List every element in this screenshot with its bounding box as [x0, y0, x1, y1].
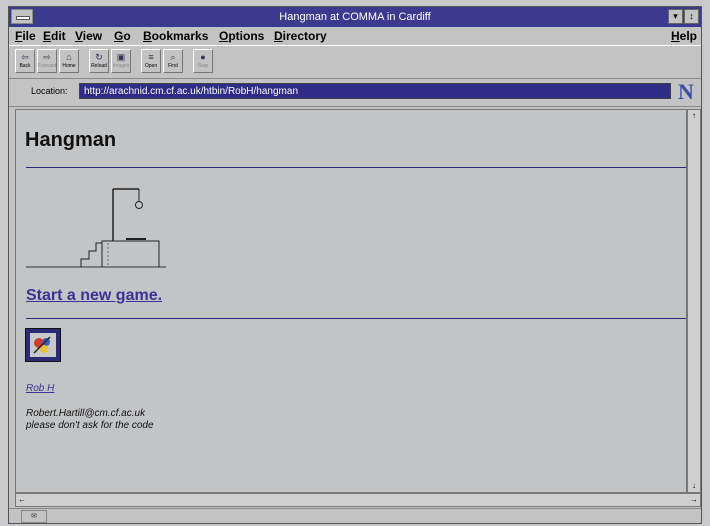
- author-address: Robert.Hartill@cm.cf.ac.uk please don't …: [26, 408, 154, 432]
- images-button[interactable]: ▣ Images: [111, 49, 131, 73]
- scroll-right-icon[interactable]: →: [688, 494, 700, 506]
- toolbar: ⇦ Back ⇨ Forward ⌂ Home ↻ Reload ▣ Image…: [9, 45, 701, 79]
- menu-bookmarks[interactable]: Bookmarks: [143, 29, 208, 43]
- minimize-button[interactable]: ▾: [668, 9, 683, 24]
- horizontal-scrollbar[interactable]: ← →: [15, 493, 701, 507]
- menu-file[interactable]: File: [15, 29, 36, 43]
- images-icon: ▣: [116, 52, 126, 62]
- browser-window: Hangman at COMMA in Cardiff ▾ ↕ File Edi…: [8, 6, 702, 524]
- menu-edit[interactable]: Edit: [43, 29, 66, 43]
- back-icon: ⇦: [21, 52, 29, 62]
- vertical-scrollbar[interactable]: ↑ ↓: [687, 109, 701, 493]
- author-email: Robert.Hartill@cm.cf.ac.uk: [26, 408, 146, 419]
- forward-icon: ⇨: [43, 52, 51, 62]
- page-content: Hangman Start a new game. Rob H Robert.H…: [15, 109, 687, 493]
- find-button[interactable]: ⌕ Find: [163, 49, 183, 73]
- menu-go[interactable]: Go: [114, 29, 131, 43]
- location-bar: Location: http://arachnid.cm.cf.ac.uk/ht…: [9, 78, 701, 107]
- menu-help[interactable]: Help: [671, 29, 697, 43]
- author-note: please don't ask for the code: [26, 420, 154, 431]
- page-title: Hangman: [25, 129, 117, 151]
- scroll-down-icon[interactable]: ↓: [688, 480, 700, 492]
- menu-bar: File Edit View Go Bookmarks Options Dire…: [9, 27, 701, 45]
- menu-options[interactable]: Options: [219, 29, 264, 43]
- scroll-up-icon[interactable]: ↑: [688, 110, 700, 122]
- divider: [26, 167, 686, 168]
- menu-view[interactable]: View: [75, 29, 102, 43]
- security-key-icon: ✉: [21, 510, 47, 523]
- start-new-game-link[interactable]: Start a new game.: [26, 287, 162, 305]
- window-title: Hangman at COMMA in Cardiff: [279, 11, 431, 23]
- home-button[interactable]: ⌂ Home: [59, 49, 79, 73]
- home-icon: ⌂: [66, 52, 72, 62]
- stop-icon: ●: [200, 52, 206, 62]
- forward-button[interactable]: ⇨ Forward: [37, 49, 57, 73]
- divider: [26, 318, 686, 319]
- menu-directory[interactable]: Directory: [274, 29, 327, 43]
- application-icon: [33, 336, 51, 354]
- status-bar: ✉: [9, 508, 701, 523]
- title-bar[interactable]: Hangman at COMMA in Cardiff ▾ ↕: [9, 7, 701, 27]
- back-button[interactable]: ⇦ Back: [15, 49, 35, 73]
- scroll-left-icon[interactable]: ←: [16, 494, 28, 506]
- location-label: Location:: [31, 86, 68, 96]
- open-button[interactable]: ≡ Open: [141, 49, 161, 73]
- stop-button[interactable]: ● Stop: [193, 49, 213, 73]
- reload-icon: ↻: [95, 52, 103, 62]
- location-field[interactable]: http://arachnid.cm.cf.ac.uk/htbin/RobH/h…: [79, 83, 671, 99]
- find-icon: ⌕: [170, 52, 176, 62]
- reload-button[interactable]: ↻ Reload: [89, 49, 109, 73]
- maximize-button[interactable]: ↕: [684, 9, 699, 24]
- gallows-image: [26, 188, 166, 268]
- netscape-logo: N: [678, 79, 694, 104]
- app-icon-button[interactable]: [25, 328, 61, 362]
- author-link[interactable]: Rob H: [26, 383, 54, 394]
- open-icon: ≡: [148, 52, 154, 62]
